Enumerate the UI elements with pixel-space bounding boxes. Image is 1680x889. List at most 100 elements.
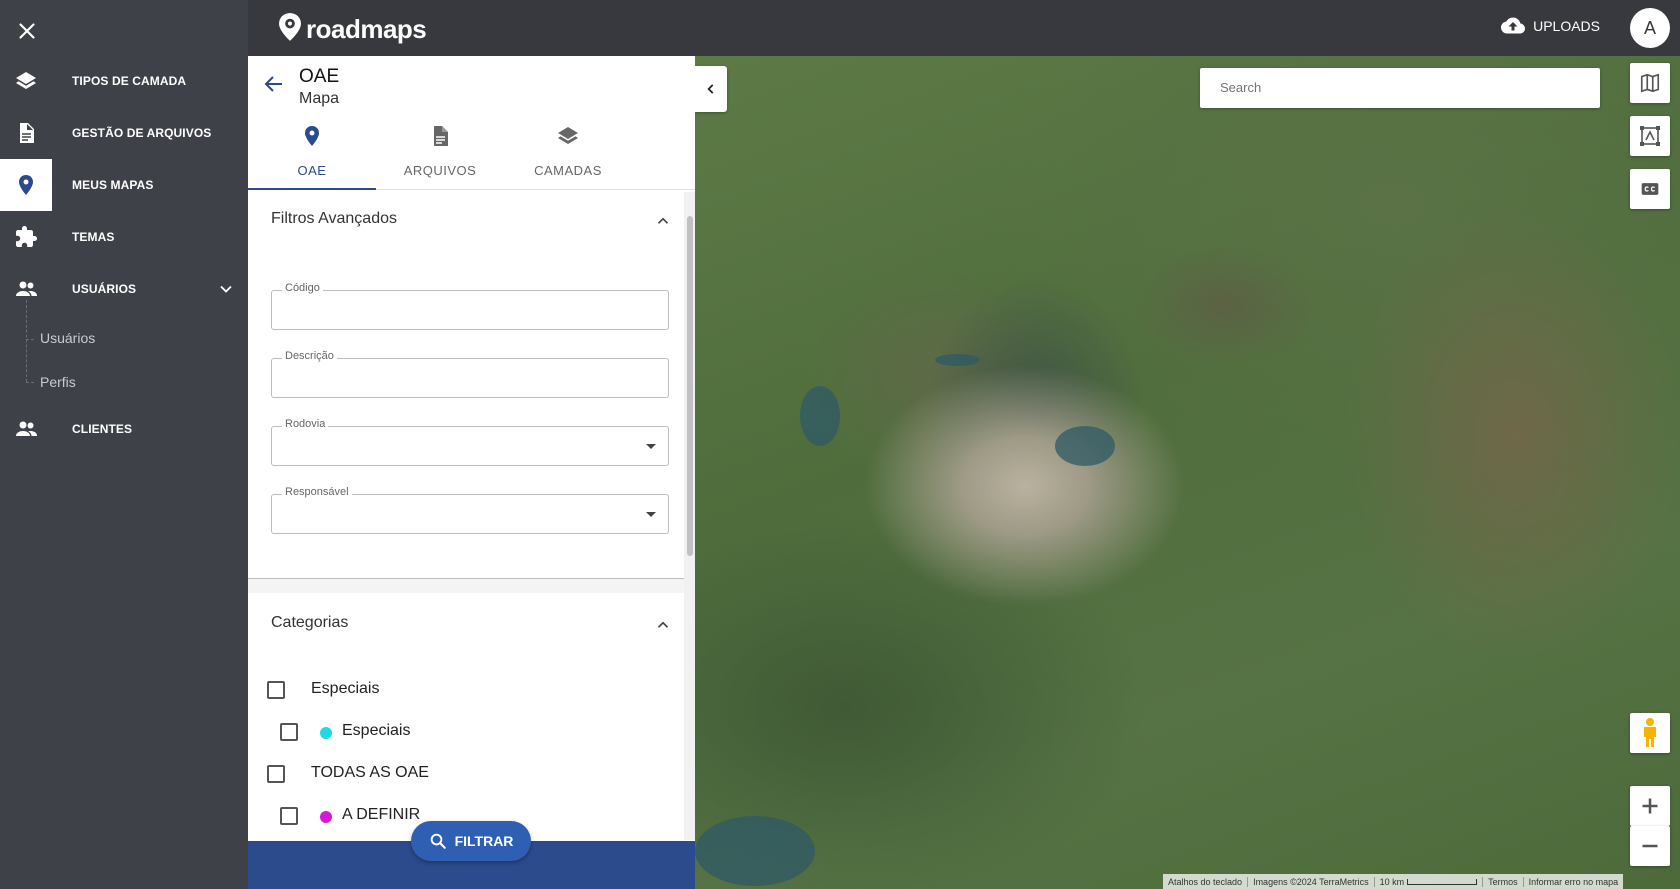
file-icon bbox=[428, 124, 452, 148]
field-label: Descrição bbox=[282, 350, 337, 362]
nav-item-clientes[interactable]: CLIENTES bbox=[0, 403, 248, 455]
tree-branch bbox=[26, 382, 34, 383]
logo-text: roadmaps bbox=[306, 14, 427, 44]
nav-item-usuarios[interactable]: USUÁRIOS bbox=[0, 263, 248, 315]
tab-camadas[interactable]: CAMADAS bbox=[504, 124, 632, 190]
tab-label: ARQUIVOS bbox=[403, 163, 477, 178]
map-pin-icon bbox=[14, 173, 38, 197]
map-attribution: Atalhos do teclado Imagens ©2024 TerraMe… bbox=[1163, 874, 1624, 889]
nav-item-label: TEMAS bbox=[72, 230, 115, 244]
descricao-field[interactable]: Descrição bbox=[271, 350, 669, 398]
scale-label[interactable]: 10 km bbox=[1375, 876, 1484, 887]
users-icon bbox=[14, 417, 38, 441]
codigo-field[interactable]: Código bbox=[271, 282, 669, 330]
map-search-box[interactable] bbox=[1200, 68, 1600, 108]
map-lake bbox=[695, 816, 815, 886]
category-checkbox[interactable] bbox=[280, 807, 298, 825]
rodovia-select[interactable]: Rodovia bbox=[271, 418, 669, 466]
sub-item-perfis[interactable]: Perfis bbox=[40, 374, 76, 390]
uploads-button[interactable]: UPLOADS bbox=[1501, 16, 1600, 36]
filters-section-title: Filtros Avançados bbox=[271, 210, 397, 227]
section-gap bbox=[248, 579, 684, 593]
nav-item-meus-mapas[interactable]: MEUS MAPAS bbox=[0, 159, 248, 211]
plus-icon bbox=[1642, 798, 1658, 814]
users-icon bbox=[14, 277, 38, 301]
nav-item-label: CLIENTES bbox=[72, 422, 133, 436]
side-panel: OAE Mapa OAE ARQUIVOS CAMADAS Filtros Av… bbox=[248, 56, 695, 889]
close-icon[interactable] bbox=[14, 18, 40, 44]
side-nav: TIPOS DE CAMADA GESTÃO DE ARQUIVOS MEUS … bbox=[0, 0, 248, 889]
layers-icon bbox=[556, 124, 580, 148]
map-lake bbox=[1055, 426, 1115, 466]
nav-item-label: GESTÃO DE ARQUIVOS bbox=[72, 126, 212, 140]
tab-label: OAE bbox=[297, 163, 327, 178]
tree-line bbox=[26, 300, 27, 382]
category-checkbox[interactable] bbox=[267, 765, 285, 783]
cloud-upload-icon bbox=[1501, 17, 1526, 34]
responsavel-select[interactable]: Responsável bbox=[271, 486, 669, 534]
avatar[interactable]: A bbox=[1630, 8, 1670, 48]
category-label: Especiais bbox=[311, 680, 380, 697]
zoom-in-button[interactable] bbox=[1630, 786, 1670, 826]
category-color-dot bbox=[320, 727, 332, 739]
nav-item-temas[interactable]: TEMAS bbox=[0, 211, 248, 263]
logo[interactable]: roadmaps bbox=[276, 12, 427, 47]
chevron-up-icon[interactable] bbox=[654, 616, 672, 634]
report-error-link[interactable]: Informar erro no mapa bbox=[1524, 877, 1624, 887]
categories-section-title: Categorias bbox=[271, 614, 349, 631]
map-search-input[interactable] bbox=[1220, 80, 1580, 95]
nav-item-tipos-de-camada[interactable]: TIPOS DE CAMADA bbox=[0, 55, 248, 107]
draw-area-button[interactable] bbox=[1630, 116, 1670, 156]
category-color-dot bbox=[320, 811, 332, 823]
map-pin-icon bbox=[300, 124, 324, 148]
puzzle-icon bbox=[14, 225, 38, 249]
map-icon bbox=[1640, 73, 1660, 93]
field-label: Responsável bbox=[282, 486, 352, 498]
category-checkbox[interactable] bbox=[280, 723, 298, 741]
terms-link[interactable]: Termos bbox=[1483, 876, 1524, 887]
scale-bar bbox=[1407, 878, 1478, 885]
descricao-input[interactable] bbox=[284, 369, 654, 385]
back-arrow-icon[interactable] bbox=[262, 72, 286, 96]
street-view-button[interactable] bbox=[1630, 713, 1670, 753]
zoom-out-button[interactable] bbox=[1630, 826, 1670, 866]
tab-oae[interactable]: OAE bbox=[248, 124, 376, 190]
panel-subtitle: Mapa bbox=[299, 90, 340, 107]
filter-button[interactable]: FILTRAR bbox=[411, 821, 531, 861]
field-label: Código bbox=[282, 282, 323, 294]
dropdown-arrow-icon bbox=[646, 444, 656, 449]
map-view[interactable]: Atalhos do teclado Imagens ©2024 TerraMe… bbox=[695, 56, 1680, 889]
logo-pin-icon bbox=[276, 12, 304, 47]
category-checkbox[interactable] bbox=[267, 681, 285, 699]
map-type-button[interactable] bbox=[1630, 63, 1670, 103]
category-label: Especiais bbox=[342, 722, 411, 739]
field-label: Rodovia bbox=[282, 418, 329, 430]
panel-header: OAE Mapa OAE ARQUIVOS CAMADAS bbox=[248, 56, 695, 190]
keyboard-shortcuts-link[interactable]: Atalhos do teclado bbox=[1163, 876, 1249, 887]
category-label: A DEFINIR bbox=[342, 806, 421, 823]
sub-item-usuarios[interactable]: Usuários bbox=[40, 330, 95, 346]
collapse-panel-button[interactable] bbox=[695, 66, 727, 112]
tab-arquivos[interactable]: ARQUIVOS bbox=[376, 124, 504, 190]
codigo-input[interactable] bbox=[284, 301, 654, 317]
scrollbar-thumb[interactable] bbox=[687, 216, 693, 556]
dropdown-arrow-icon bbox=[646, 512, 656, 517]
category-label: TODAS AS OAE bbox=[311, 764, 429, 781]
search-icon bbox=[430, 833, 446, 849]
chevron-left-icon bbox=[707, 84, 714, 94]
nav-item-gestao-de-arquivos[interactable]: GESTÃO DE ARQUIVOS bbox=[0, 107, 248, 159]
nav-item-label: TIPOS DE CAMADA bbox=[72, 74, 187, 88]
closed-caption-icon bbox=[1641, 183, 1659, 195]
top-bar: roadmaps UPLOADS A bbox=[248, 0, 1680, 56]
minus-icon bbox=[1642, 844, 1658, 848]
tree-branch bbox=[26, 339, 34, 340]
nav-item-label: MEUS MAPAS bbox=[72, 178, 154, 192]
nav-item-label: USUÁRIOS bbox=[72, 282, 137, 296]
scale-text: 10 km bbox=[1379, 876, 1405, 887]
panel-title: OAE bbox=[299, 66, 340, 87]
file-icon bbox=[14, 121, 38, 145]
panel-scroll-area[interactable]: Filtros Avançados Código Descrição Rodov… bbox=[248, 192, 695, 840]
chevron-up-icon[interactable] bbox=[654, 212, 672, 230]
captions-button[interactable] bbox=[1630, 169, 1670, 209]
chevron-down-icon[interactable] bbox=[216, 279, 236, 299]
